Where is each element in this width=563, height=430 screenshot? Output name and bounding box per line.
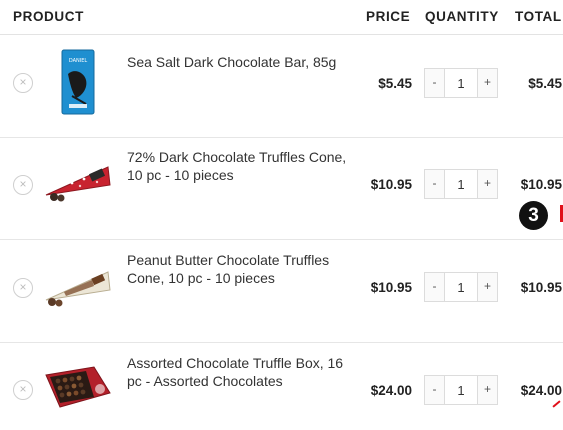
cart-table-header: PRODUCT PRICE QUANTITY TOTAL <box>0 0 563 35</box>
line-total: $10.95 <box>520 280 562 295</box>
quantity-input[interactable] <box>445 170 477 198</box>
quantity-stepper: - + <box>424 375 498 405</box>
product-name[interactable]: 72% Dark Chocolate Truffles Cone, 10 pc … <box>127 148 359 184</box>
cart-row: × DANIEL Sea Salt Dark Chocolate Bar, 85… <box>0 35 563 138</box>
line-total: $10.95 <box>520 177 562 192</box>
product-price: $24.00 <box>370 383 412 398</box>
quantity-stepper: - + <box>424 272 498 302</box>
quantity-increase-button[interactable]: + <box>477 376 497 404</box>
header-price: PRICE <box>366 9 411 24</box>
cart-table: PRODUCT PRICE QUANTITY TOTAL × DANIEL Se… <box>0 0 563 414</box>
header-quantity: QUANTITY <box>425 9 499 24</box>
product-name[interactable]: Sea Salt Dark Chocolate Bar, 85g <box>127 53 359 71</box>
product-price: $10.95 <box>370 177 412 192</box>
header-total: TOTAL <box>515 9 562 24</box>
product-thumbnail <box>42 254 114 326</box>
line-total: $5.45 <box>528 76 562 91</box>
cart-row: × Peanut Butter Chocolate Truffles Cone,… <box>0 240 563 343</box>
line-total: $24.00 <box>520 383 562 398</box>
svg-text:DANIEL: DANIEL <box>69 58 88 64</box>
cart-row: × Assorted Chocolate Truffle Box, 16 pc … <box>0 343 563 414</box>
remove-item-button[interactable]: × <box>13 380 33 400</box>
product-price: $5.45 <box>378 76 412 91</box>
quantity-increase-button[interactable]: + <box>477 69 497 97</box>
quantity-decrease-button[interactable]: - <box>425 69 445 97</box>
product-thumbnail <box>42 353 114 425</box>
quantity-stepper: - + <box>424 68 498 98</box>
product-thumbnail <box>42 151 114 223</box>
quantity-input[interactable] <box>445 69 477 97</box>
remove-item-button[interactable]: × <box>13 73 33 93</box>
header-product: PRODUCT <box>13 9 84 24</box>
product-name[interactable]: Assorted Chocolate Truffle Box, 16 pc - … <box>127 354 359 390</box>
product-thumbnail: DANIEL <box>42 46 114 118</box>
cart-row: × 72% Dark Chocolate Truffles Cone, 10 p… <box>0 137 563 240</box>
remove-item-button[interactable]: × <box>13 175 33 195</box>
quantity-input[interactable] <box>445 376 477 404</box>
quantity-decrease-button[interactable]: - <box>425 170 445 198</box>
quantity-decrease-button[interactable]: - <box>425 376 445 404</box>
quantity-stepper: - + <box>424 169 498 199</box>
quantity-input[interactable] <box>445 273 477 301</box>
product-price: $10.95 <box>370 280 412 295</box>
quantity-increase-button[interactable]: + <box>477 170 497 198</box>
quantity-increase-button[interactable]: + <box>477 273 497 301</box>
remove-item-button[interactable]: × <box>13 278 33 298</box>
quantity-decrease-button[interactable]: - <box>425 273 445 301</box>
step-number-badge: 3 <box>519 201 548 230</box>
product-name[interactable]: Peanut Butter Chocolate Truffles Cone, 1… <box>127 251 359 287</box>
